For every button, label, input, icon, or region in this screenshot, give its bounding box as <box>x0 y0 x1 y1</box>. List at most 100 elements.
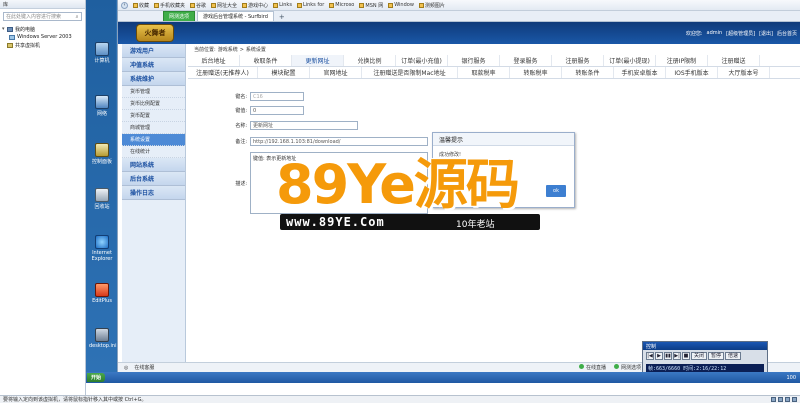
tree-item-shared-vms[interactable]: 共享虚拟机 <box>2 41 83 49</box>
control-title: 控制 <box>643 342 767 350</box>
remark-input[interactable]: http://192.168.1.103:81/download/ <box>250 137 428 146</box>
logout-link[interactable]: [退出] <box>759 30 773 37</box>
tab-exchange-ratio[interactable]: 兑换比例 <box>344 55 396 66</box>
status-options[interactable]: 网测选项 <box>613 364 641 371</box>
tab-update-url[interactable]: 更新网址 <box>292 55 344 66</box>
back-icon[interactable]: ‹ <box>121 1 128 9</box>
key-name-input[interactable]: C16 <box>250 92 304 101</box>
watermark-tagline: 10年老站 <box>456 220 495 230</box>
dialog-ok-button[interactable]: ok <box>546 185 566 197</box>
host-status-text: 要将输入定向到该虚拟机，请将鼠标指针移入其中或按 Ctrl+G。 <box>3 397 147 403</box>
sidebar-section-maintenance[interactable]: 系统维护 <box>122 72 185 86</box>
sidebar-section-game-users[interactable]: 游戏用户 <box>122 44 185 58</box>
sidebar-section-website[interactable]: 网站系统 <box>122 158 185 172</box>
tree-item-windows-server[interactable]: Windows Server 2003 <box>2 33 83 41</box>
desktop-icon-network[interactable]: 网络 <box>89 95 115 117</box>
device-icon[interactable] <box>771 397 776 402</box>
favorite-item[interactable]: MSN 网 <box>359 2 383 9</box>
tab-ios-version[interactable]: IOS手机版本 <box>666 67 718 78</box>
favorite-item[interactable]: Links <box>273 2 292 8</box>
browser-tab-admin[interactable]: 游戏后台管理系统 - Surfbird <box>197 11 274 21</box>
tab-module-config[interactable]: 模块配置 <box>258 67 310 78</box>
tab-lobby-version[interactable]: 大厅版本号 <box>718 67 770 78</box>
favorite-item[interactable]: Window <box>388 2 414 8</box>
favorite-item[interactable]: 网址大全 <box>211 2 237 9</box>
search-icon[interactable]: ⌕ <box>73 14 81 20</box>
status-left[interactable]: 在线客服 <box>134 364 154 371</box>
folder-icon <box>242 2 248 8</box>
favorite-item[interactable]: 手机收藏夹 <box>154 2 185 9</box>
editplus-icon <box>95 283 109 297</box>
tab-order-min-recharge[interactable]: 订单(最小充值) <box>396 55 448 66</box>
tree-item-my-computer[interactable]: ▾ 我的电脑 <box>2 25 83 33</box>
folder-icon <box>359 2 365 8</box>
tab-android-version[interactable]: 手机安卓版本 <box>614 67 666 78</box>
desktop-icon-desktop-ini[interactable]: desktop.ini <box>89 328 116 349</box>
recycle-bin-icon <box>95 188 109 202</box>
folder-icon <box>154 2 160 8</box>
tab-login-service[interactable]: 登录服务 <box>500 55 552 66</box>
tree-item-label: 我的电脑 <box>15 26 36 33</box>
star-icon <box>133 2 138 8</box>
stop-button[interactable]: ■ <box>682 352 690 360</box>
rewind-button[interactable]: |◀ <box>646 352 654 360</box>
favorite-item[interactable]: 测频图片 <box>418 2 445 9</box>
favorite-item[interactable]: Links for <box>296 2 324 8</box>
tab-transfer-tax[interactable]: 转账税率 <box>510 67 562 78</box>
folder-icon <box>329 2 335 8</box>
desktop-icon-recycle-bin[interactable]: 回收站 <box>89 188 115 210</box>
favorite-item[interactable]: 游戏中心 <box>242 2 268 9</box>
desktop-icon-ie[interactable]: Internet Explorer <box>89 235 115 262</box>
tab-backend-address[interactable]: 后台地址 <box>188 55 240 66</box>
desktop-icon-computer[interactable]: 计算机 <box>89 42 115 64</box>
guest-taskbar: 开始 100 <box>86 372 800 383</box>
favorite-item[interactable]: Microso <box>329 2 354 8</box>
sidebar-item-currency[interactable]: 货币管理 <box>122 86 185 98</box>
speed-button[interactable]: 倍速 <box>725 352 741 360</box>
browser-tab-options[interactable]: 网测选项 <box>163 11 196 21</box>
tab-collect-conditions[interactable]: 收取条件 <box>240 55 292 66</box>
favorite-item[interactable]: 收藏 <box>133 2 149 9</box>
computer-icon <box>7 26 13 32</box>
pause-button[interactable]: ▮▮ <box>664 352 672 360</box>
desktop-icon-control-panel[interactable]: 控制面板 <box>89 143 115 165</box>
sidebar-section-logs[interactable]: 操作日志 <box>122 186 185 200</box>
sidebar-section-backend[interactable]: 后台系统 <box>122 172 185 186</box>
desktop-icon-editplus[interactable]: EditPlus <box>89 283 115 304</box>
pause-text-button[interactable]: 暂停 <box>708 352 724 360</box>
sidebar-section-recharge[interactable]: 冲值系统 <box>122 58 185 72</box>
tab-transfer-conditions[interactable]: 转账条件 <box>562 67 614 78</box>
role-link[interactable]: [超级管理员] <box>726 30 755 37</box>
sidebar-item-currency-ratio[interactable]: 货币比例配置 <box>122 98 185 110</box>
new-tab-button[interactable]: + <box>276 13 288 21</box>
key-value-input[interactable]: 0 <box>250 106 304 115</box>
device-icon[interactable] <box>792 397 797 402</box>
live-icon <box>578 364 584 369</box>
sidebar-item-system-settings[interactable]: 系统设置 <box>122 134 185 146</box>
device-icon[interactable] <box>778 397 783 402</box>
name-input[interactable]: 更新网址 <box>250 121 358 130</box>
status-live[interactable]: 在线直播 <box>578 364 606 371</box>
home-link[interactable]: 后台首页 <box>777 30 797 37</box>
tab-register-gift-no-referrer[interactable]: 注册赠送(无推荐人) <box>188 67 258 78</box>
sidebar-item-mall[interactable]: 商城管理 <box>122 122 185 134</box>
sidebar-item-currency-config[interactable]: 货币配置 <box>122 110 185 122</box>
sidebar-item-online-stats[interactable]: 在线统计 <box>122 146 185 158</box>
tab-withdraw-tax[interactable]: 取款税率 <box>458 67 510 78</box>
tab-register-ip-limit[interactable]: 注册IP限制 <box>656 55 708 66</box>
host-search-input[interactable]: 在此处键入内容进行搜索 ⌕ <box>3 12 82 21</box>
tab-official-site[interactable]: 官网地址 <box>310 67 362 78</box>
header-links: 欢迎您: admin [超级管理员] [退出] 后台首页 <box>685 30 797 37</box>
close-button[interactable]: 关闭 <box>691 352 707 360</box>
tab-bank-service[interactable]: 银行服务 <box>448 55 500 66</box>
start-button[interactable]: 开始 <box>87 373 106 382</box>
breadcrumb-game-system[interactable]: 游戏系统 <box>218 46 238 53</box>
favorite-item[interactable]: 谷歌 <box>190 2 206 9</box>
forward-button[interactable]: ▶| <box>673 352 681 360</box>
tab-order-min-withdraw[interactable]: 订单(最小提现) <box>604 55 656 66</box>
tab-register-gift-mac[interactable]: 注册赠送是否限制Mac地址 <box>362 67 458 78</box>
tab-register-gift[interactable]: 注册赠送 <box>708 55 760 66</box>
tab-register-service[interactable]: 注册服务 <box>552 55 604 66</box>
play-button[interactable]: ▶ <box>655 352 663 360</box>
device-icon[interactable] <box>785 397 790 402</box>
